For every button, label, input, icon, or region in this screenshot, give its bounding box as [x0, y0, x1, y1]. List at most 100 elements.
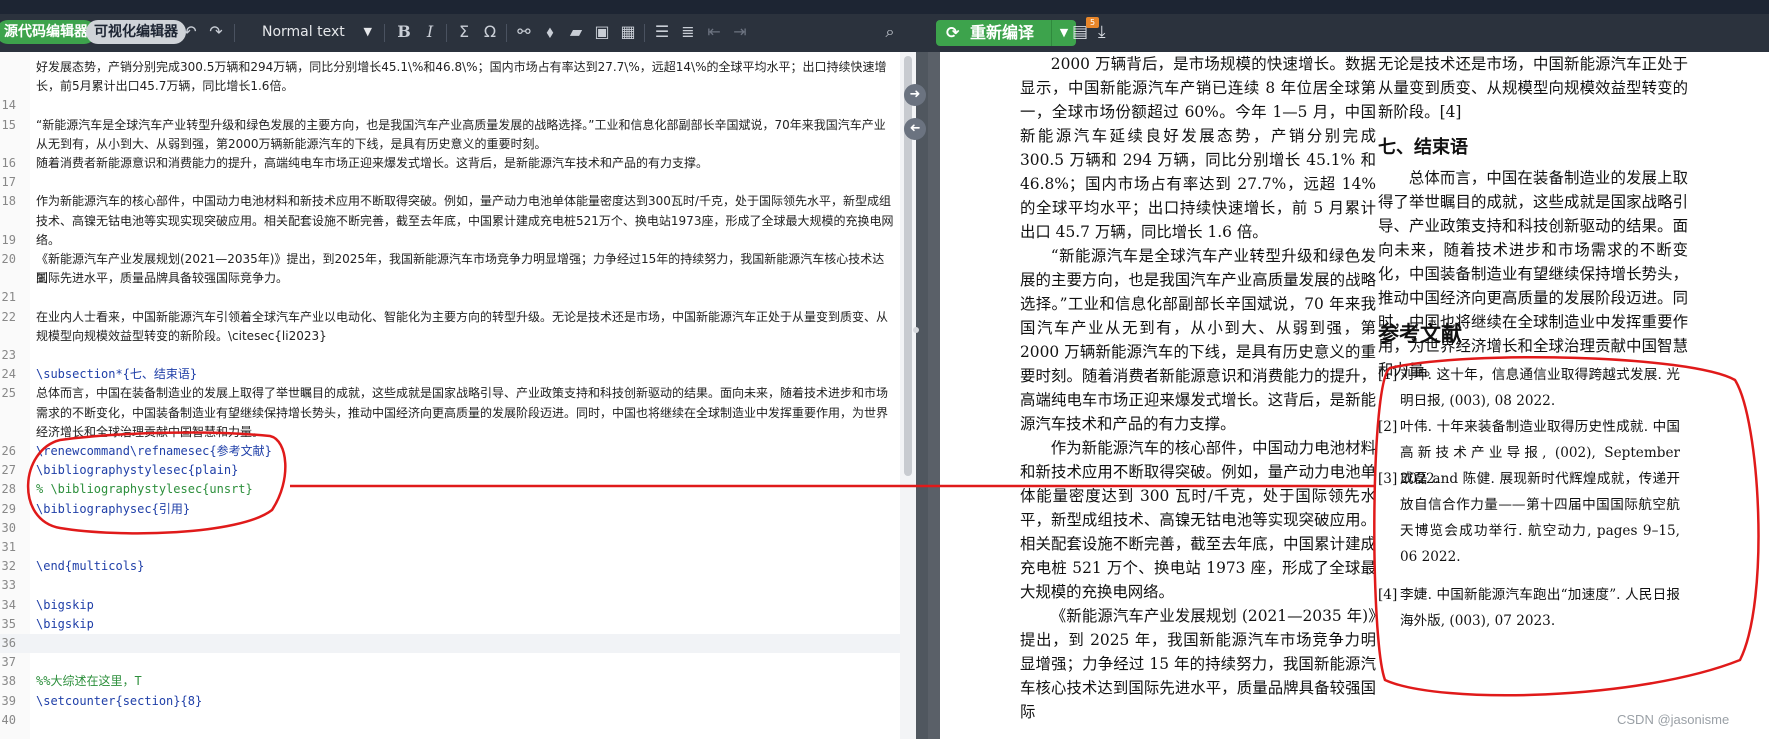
code-line-text: 在业内人士看来，中国新能源汽车引领着全球汽车产业以电动化、智能化为主要方向的转型… [36, 309, 889, 324]
line-number: 15 [1, 117, 16, 132]
code-line[interactable]: 33 [0, 576, 900, 595]
code-line[interactable]: 27 \bibliographystylesec{plain} [0, 461, 900, 480]
reference-number: [3] [1378, 471, 1398, 487]
code-line-text: 总体而言，中国在装备制造业的发展上取得了举世瞩目的成就，这些成就是国家战略引导、… [36, 386, 889, 401]
code-editor[interactable]: 好发展态势，产销分别完成300.5万辆和294万辆，同比分别增长45.1\%和4… [0, 52, 900, 739]
link-icon[interactable]: ⚯ [514, 22, 534, 42]
code-line-text: \bibliographystylesec{plain} [36, 463, 239, 478]
preview-paragraph: 无论是技术还是市场，中国新能源汽车正处于从量变到质变、从规模型向规模效益型转变的… [1378, 55, 1688, 121]
code-line[interactable]: 从无到有，从小到大、从弱到强，第2000万辆新能源汽车的下线，是具有历史意义的重… [0, 135, 900, 154]
recompile-button[interactable]: ⟳ 重新编译 ▼ [936, 20, 1076, 46]
code-line[interactable]: 35 \bigskip [0, 615, 900, 634]
preview-toolbar: ⟳ 重新编译 ▼ ▤ ⤓ [916, 14, 1769, 52]
preview-right-column: 无论是技术还是市场，中国新能源汽车正处于从量变到质变、从规模型向规模效益型转变的… [1378, 52, 1688, 629]
line-number: 23 [1, 348, 16, 362]
code-line[interactable]: 38 %%大综述在这里，T [0, 672, 900, 691]
line-number: 37 [1, 655, 16, 670]
toolbar-divider [384, 24, 385, 42]
log-count-badge: 5 [1086, 17, 1099, 28]
line-number: 18 [1, 194, 16, 209]
code-line[interactable]: 19 [0, 231, 900, 250]
code-line[interactable]: 34 \bigskip [0, 596, 900, 615]
code-line[interactable]: 30 [0, 519, 900, 538]
line-number: 28 [1, 482, 16, 497]
preview-paragraph: “新能源汽车是全球汽车产业转型升级和绿色发展的主要方向，也是我国汽车产业高质量发… [1020, 247, 1376, 433]
code-line[interactable]: 15 “新能源汽车是全球汽车产业转型升级和绿色发展的主要方向，也是我国汽车产业高质… [0, 116, 900, 135]
indent-icon[interactable]: ⇥ [730, 22, 750, 42]
code-line[interactable]: 21 [0, 288, 900, 307]
code-line[interactable]: 23 [0, 346, 900, 365]
code-line[interactable]: 14 [0, 96, 900, 115]
pane-splitter[interactable] [916, 52, 928, 739]
code-line[interactable]: 36 [0, 634, 900, 654]
code-line[interactable]: 25 总体而言，中国在装备制造业的发展上取得了举世瞩目的成就，这些成就是国家战略引… [0, 384, 900, 403]
code-line[interactable]: 31 [0, 538, 900, 557]
line-number: 14 [1, 98, 16, 113]
code-line-text: 从无到有，从小到大、从弱到强，第2000万辆新能源汽车的下线，是具有历史意义的重… [36, 136, 547, 151]
omega-icon[interactable]: Ω [480, 22, 500, 42]
line-number: 39 [1, 693, 16, 708]
code-line-text: 规模型向规模效益型转变的新阶段。\citesec{li2023} [36, 328, 327, 343]
reference-icon[interactable]: ▰ [566, 22, 586, 42]
outdent-icon[interactable]: ⇤ [704, 22, 724, 42]
undo-icon[interactable]: ↶ [180, 22, 200, 42]
code-line[interactable]: 长，前5月累计出口45.7万辆，同比增长1.6倍。 [0, 77, 900, 96]
code-line[interactable]: 32 \end{multicols} [0, 557, 900, 576]
code-line-text: \bibliographysec{引用} [36, 501, 191, 516]
reference-number: [2] [1378, 419, 1398, 435]
code-line[interactable]: 17 [0, 173, 900, 192]
line-number: 21 [1, 290, 16, 305]
code-line[interactable]: 18 作为新能源汽车的核心部件，中国动力电池材料和新技术应用不断取得突破。例如，量… [0, 192, 900, 211]
code-line[interactable]: 好发展态势，产销分别完成300.5万辆和294万辆，同比分别增长45.1\%和4… [0, 58, 900, 77]
code-line[interactable]: 37 [0, 653, 900, 672]
code-line[interactable]: 经济增长和全球治理贡献中国智慧和力量。 [0, 423, 900, 442]
preview-left-column: 2000 万辆背后，是市场规模的快速增长。数据显示，中国新能源汽车产销已连续 8… [1020, 52, 1376, 724]
code-line[interactable]: 20 《新能源汽车产业发展规划(2021—2035年)》提出，到2025年，我国新… [0, 250, 900, 285]
code-line[interactable]: 技术、高镍无钴电池等实现实现突破应用。相关配套设施不断完善，截至去年底，中国累计… [0, 212, 900, 247]
code-line-text: \end{multicols} [36, 559, 145, 574]
code-line-text: 经济增长和全球治理贡献中国智慧和力量。 [36, 424, 265, 439]
section-title: 七、结束语 [1378, 137, 1468, 158]
numbered-list-icon[interactable]: ≣ [678, 22, 698, 42]
line-number: 33 [1, 578, 16, 593]
code-line[interactable]: 39 \setcounter{section}{8} [0, 692, 900, 711]
conclusion-paragraph: 总体而言，中国在装备制造业的发展上取得了举世瞩目的成就，这些成就是国家战略引导、… [1378, 169, 1688, 379]
code-line-text: \subsection*{七、结束语} [36, 367, 198, 382]
editor-toolbar: 源代码编辑器 可视化编辑器 ↶ ↷ Normal text ▼ B I Σ Ω ⚯… [0, 14, 916, 52]
reference-text: 李婕. 中国新能源汽车跑出“加速度”. 人民日报海外版, (003), 07 2… [1400, 587, 1680, 629]
bold-icon[interactable]: B [394, 22, 414, 42]
toolbar-divider [506, 24, 507, 42]
redo-icon[interactable]: ↷ [206, 22, 226, 42]
window-titlebar [0, 0, 1769, 14]
code-line[interactable]: 40 [0, 711, 900, 730]
code-line[interactable]: 28 % \bibliographystylesec{unsrt} [0, 480, 900, 499]
line-number: 31 [1, 540, 16, 554]
image-icon[interactable]: ▣ [592, 22, 612, 42]
visual-editor-tab[interactable]: 可视化编辑器 [86, 20, 186, 44]
code-line[interactable]: 24 \subsection*{七、结束语} [0, 365, 900, 384]
code-line[interactable]: 规模型向规模效益型转变的新阶段。\citesec{li2023} [0, 327, 900, 346]
code-line-text: \setcounter{section}{8} [36, 693, 203, 708]
editor-scrollbar[interactable] [900, 52, 916, 739]
search-icon[interactable]: ⌕ [880, 22, 900, 42]
watermark: CSDN @jasonisme [1617, 712, 1730, 727]
line-number: 17 [1, 175, 16, 190]
code-editor-tab[interactable]: 源代码编辑器 [0, 20, 96, 44]
download-icon[interactable]: ⤓ [1098, 22, 1106, 42]
code-line[interactable]: 国际先进水平，质量品牌具备较强国际竞争力。 [0, 269, 900, 288]
code-line[interactable]: 需求的不断变化，中国装备制造业有望继续保持增长势头，推动中国经济向更高质量的发展… [0, 404, 900, 423]
code-line[interactable]: 22 在业内人士看来，中国新能源汽车引领着全球汽车产业以电动化、智能化为主要方向的… [0, 308, 900, 327]
code-line-text: \renewcommand\refnamesec{参考文献} [36, 444, 272, 458]
code-line-text: \bigskip [36, 597, 94, 612]
code-line[interactable]: 29 \bibliographysec{引用} [0, 500, 900, 519]
sigma-icon[interactable]: Σ [454, 22, 474, 42]
tag-icon[interactable]: ⬧ [540, 22, 560, 42]
sync-to-pdf-icon[interactable]: ➜ [904, 84, 926, 106]
table-icon[interactable]: ▦ [618, 22, 638, 42]
bullet-list-icon[interactable]: ☰ [652, 22, 672, 42]
sync-to-code-icon[interactable]: ➜ [904, 118, 926, 140]
code-line[interactable]: 26 \renewcommand\refnamesec{参考文献} [0, 442, 900, 461]
code-line[interactable]: 16 随着消费者新能源意识和消费能力的提升，高端纯电车市场正迎来爆发式增长。这背后… [0, 154, 900, 173]
format-select[interactable]: Normal text ▼ [262, 22, 372, 42]
italic-icon[interactable]: I [420, 22, 440, 42]
